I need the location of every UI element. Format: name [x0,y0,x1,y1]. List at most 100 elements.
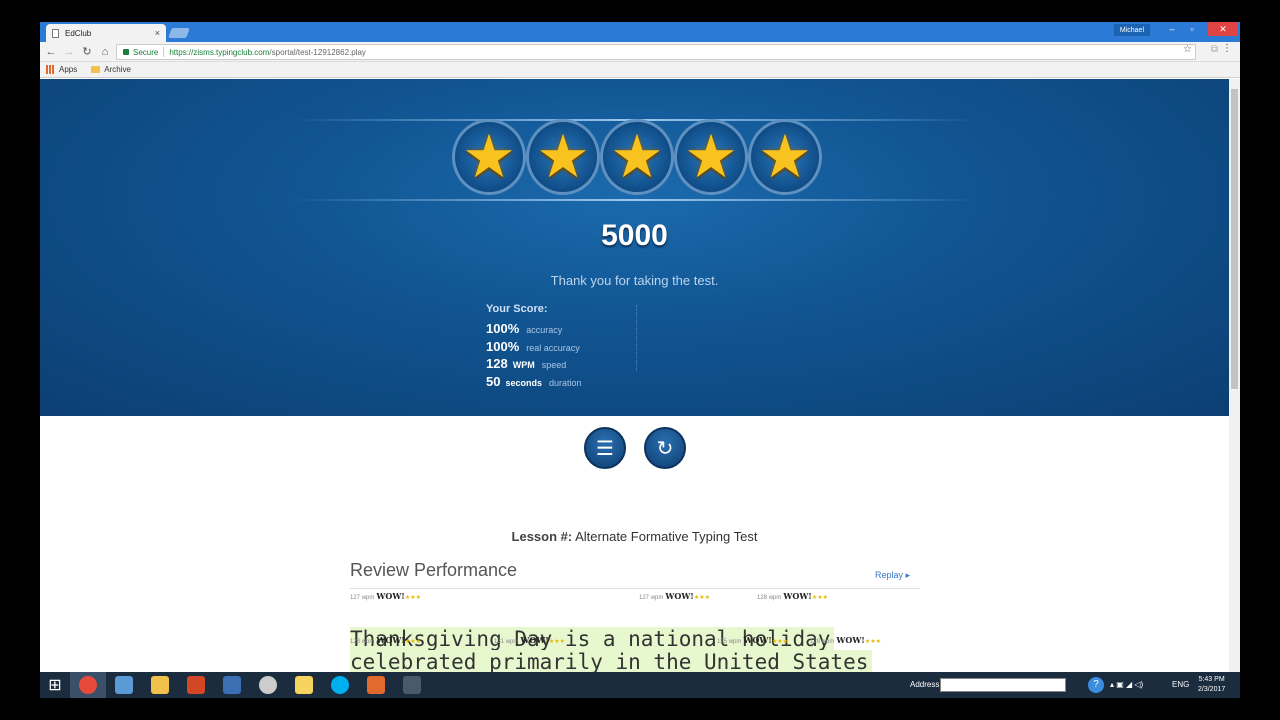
secure-indicator[interactable]: Secure [123,48,158,57]
new-tab-button[interactable] [168,28,190,38]
taskbar-folder[interactable] [286,672,322,698]
stats-divider [636,305,637,371]
word-speed-badge: 128 wpm WOW!★★★ [350,635,421,645]
windows-start-icon[interactable]: ⊞ [40,672,70,698]
flame-icon [367,676,385,694]
replay-link[interactable]: Replay ▸ [875,570,910,581]
secure-label: Secure [133,47,159,57]
star-badge: ★ [748,119,822,195]
list-icon: ☰ [596,437,614,460]
stat-value: 100% [486,321,520,336]
close-tab-icon[interactable]: × [155,28,160,38]
gold-star-icon: ★ [684,123,738,190]
home-icon[interactable]: ⌂ [96,46,114,58]
taskbar-flame[interactable] [358,672,394,698]
results-banner: ★ ★ ★ ★ ★ 5000 Thank you for taking the … [40,79,1229,416]
apps-grid-icon [46,65,55,74]
maximize-button[interactable]: ▫ [1182,22,1202,36]
taskbar-vbox[interactable] [214,672,250,698]
chrome-icon [79,676,97,694]
url-host: https://zisms.typingclub.com [169,47,270,57]
taskbar-skype[interactable] [322,672,358,698]
review-heading: Review Performance [350,560,518,580]
profile-button[interactable]: Michael [1113,24,1150,36]
bookmark-archive[interactable]: Archive [104,65,131,74]
tab-title: EdClub [65,28,92,38]
star-rating: ★ ★ ★ ★ ★ [452,119,822,199]
review-divider [350,588,920,589]
thanks-message: Thank you for taking the test. [550,273,719,288]
bookmark-star-icon[interactable]: ☆ [1183,44,1192,55]
system-clock[interactable]: 5:43 PM 2/3/2017 [1198,675,1225,695]
monitor-icon [115,676,133,694]
forward-arrow-icon[interactable]: → [60,46,78,58]
address-toolbar-input[interactable] [940,678,1066,692]
extension-icon[interactable]: ⧉ [1211,44,1218,55]
gold-star-icon: ★ [536,123,590,190]
star-badge: ★ [600,119,674,195]
stat-value: 50 [486,374,501,389]
points-total: 5000 [601,219,668,252]
gold-star-icon: ★ [610,123,664,190]
language-indicator[interactable]: ENG [1172,680,1189,689]
word-speed-badge: 128 wpm WOW!★★★ [757,591,828,601]
help-icon[interactable]: ? [1088,677,1104,693]
word-speed-badge: 125 wpm WOW!★★★ [717,635,788,645]
retry-button[interactable]: ↻ [644,427,686,469]
gold-star-icon: ★ [758,123,812,190]
stat-label: duration [548,378,582,388]
stat-accuracy: 100% accuracy [486,321,562,337]
browser-window: EdClub × Michael – ▫ ✕ ← → ↻ ⌂ Secure ht… [40,22,1240,698]
taskbar-files[interactable] [142,672,178,698]
lock-icon [123,49,129,55]
app-icon [403,676,421,694]
taskbar-powerpoint[interactable] [178,672,214,698]
stat-value: 128 [486,356,508,371]
stat-label: speed [541,360,567,370]
powerpoint-icon [187,676,205,694]
address-bar[interactable]: Secure https://zisms.typingclub.com /spo… [116,44,1196,60]
taskbar-app[interactable] [394,672,430,698]
url-divider [163,47,165,57]
taskbar-apple[interactable] [250,672,286,698]
bookmark-apps[interactable]: Apps [59,65,77,74]
reload-icon[interactable]: ↻ [78,45,96,58]
clock-date: 2/3/2017 [1198,686,1226,693]
apple-icon [259,676,277,694]
folder-icon [295,676,313,694]
your-score-label: Your Score: [486,303,548,315]
stat-unit: seconds [505,378,542,388]
word-speed-badge: 127 wpm WOW!★★★ [350,591,421,601]
decorative-line [290,199,980,201]
minimize-button[interactable]: – [1162,22,1182,36]
tab-edclub[interactable]: EdClub × [46,24,166,42]
typed-text-line: celebrated primarily in the United State… [350,650,873,672]
browser-toolbar: ← → ↻ ⌂ Secure https://zisms.typingclub.… [40,42,1240,62]
url-path: /sportal/test-12912862.play [269,47,366,57]
page-icon [52,28,59,38]
taskbar-chrome[interactable] [70,672,106,698]
system-tray-icons[interactable]: ▴ ▣ ◢ ◁) [1110,680,1143,689]
star-badge: ★ [674,119,748,195]
page-scrollbar[interactable] [1229,79,1240,672]
lesson-title: Lesson #: Alternate Formative Typing Tes… [40,529,1229,544]
skype-icon [331,676,349,694]
close-window-button[interactable]: ✕ [1208,22,1238,36]
lesson-prefix: Lesson #: [511,529,573,544]
bookmarks-bar: Apps Archive [40,62,1240,78]
page-content: ★ ★ ★ ★ ★ 5000 Thank you for taking the … [40,79,1240,672]
stat-duration: 50 seconds duration [486,374,582,390]
back-arrow-icon[interactable]: ← [42,46,60,58]
clock-time: 5:43 PM [1198,676,1225,683]
menu-dots-icon[interactable]: ⋮ [1222,43,1232,54]
lesson-list-button[interactable]: ☰ [584,427,626,469]
stat-label: accuracy [526,325,563,335]
word-speed-badge: 127 wpm WOW!★★★ [639,591,710,601]
word-speed-badge: 128 wpm WOW!★★★ [810,635,881,645]
title-bar: EdClub × Michael – ▫ ✕ [40,22,1240,42]
taskbar-explorer[interactable] [106,672,142,698]
replay-icon: ↻ [656,437,674,460]
scrollbar-thumb[interactable] [1231,89,1238,389]
stat-speed: 128 WPM speed [486,356,566,372]
virtualbox-icon [223,676,241,694]
